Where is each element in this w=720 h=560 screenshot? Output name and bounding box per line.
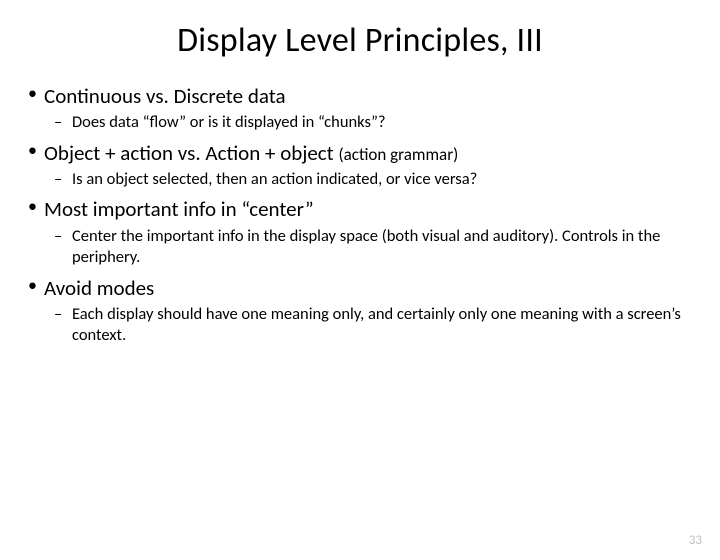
sub-bullet-text: Is an object selected, then an action in…	[44, 169, 696, 190]
slide-title: Display Level Principles, III	[0, 20, 720, 61]
page-number: 33	[689, 533, 702, 548]
bullet-text: Avoid modes	[44, 275, 696, 301]
sub-bullet-text: Each display should have one meaning onl…	[44, 304, 696, 347]
sub-bullet-text: Center the important info in the display…	[44, 226, 696, 269]
bullet-item: Continuous vs. Discrete data Does data “…	[24, 83, 696, 134]
slide-body: Continuous vs. Discrete data Does data “…	[0, 83, 720, 347]
bullet-text: Object + action vs. Action + object (act…	[44, 140, 696, 166]
sub-bullet-text: Does data “flow” or is it displayed in “…	[44, 112, 696, 133]
bullet-text: Most important info in “center”	[44, 196, 696, 222]
bullet-item: Most important info in “center” Center t…	[24, 196, 696, 268]
bullet-item: Object + action vs. Action + object (act…	[24, 140, 696, 191]
bullet-item: Avoid modes Each display should have one…	[24, 275, 696, 347]
bullet-text: Continuous vs. Discrete data	[44, 83, 696, 109]
